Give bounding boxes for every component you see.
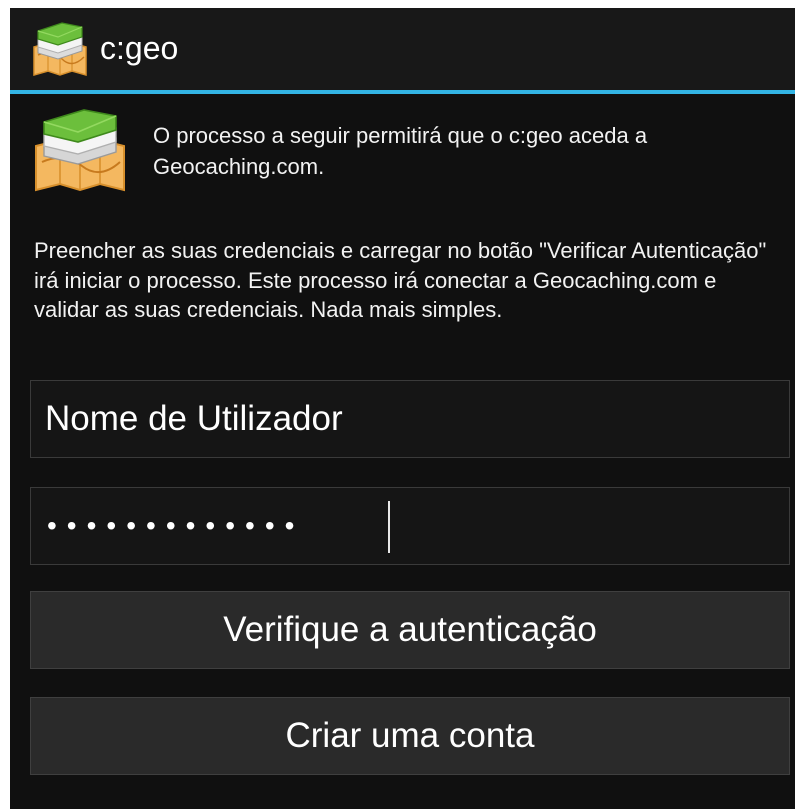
login-screen: c:geo O processo a seguir permitirá que … xyxy=(10,8,795,809)
create-account-button[interactable]: Criar uma conta xyxy=(30,697,790,775)
intro-text: O processo a seguir permitirá que o c:ge… xyxy=(153,123,648,179)
verify-authentication-button[interactable]: Verifique a autenticação xyxy=(30,591,790,669)
username-field[interactable] xyxy=(30,380,790,458)
cgeo-map-book-icon xyxy=(35,109,125,192)
text-cursor xyxy=(388,501,390,553)
password-input[interactable]: ••••••••••••• xyxy=(47,488,304,564)
cgeo-map-book-icon xyxy=(33,22,87,76)
action-bar: c:geo xyxy=(10,8,795,94)
username-input[interactable] xyxy=(31,381,789,457)
password-field[interactable]: ••••••••••••• xyxy=(30,487,790,565)
description-text: Preencher as suas credenciais e carregar… xyxy=(34,238,767,322)
app-title: c:geo xyxy=(100,30,179,66)
